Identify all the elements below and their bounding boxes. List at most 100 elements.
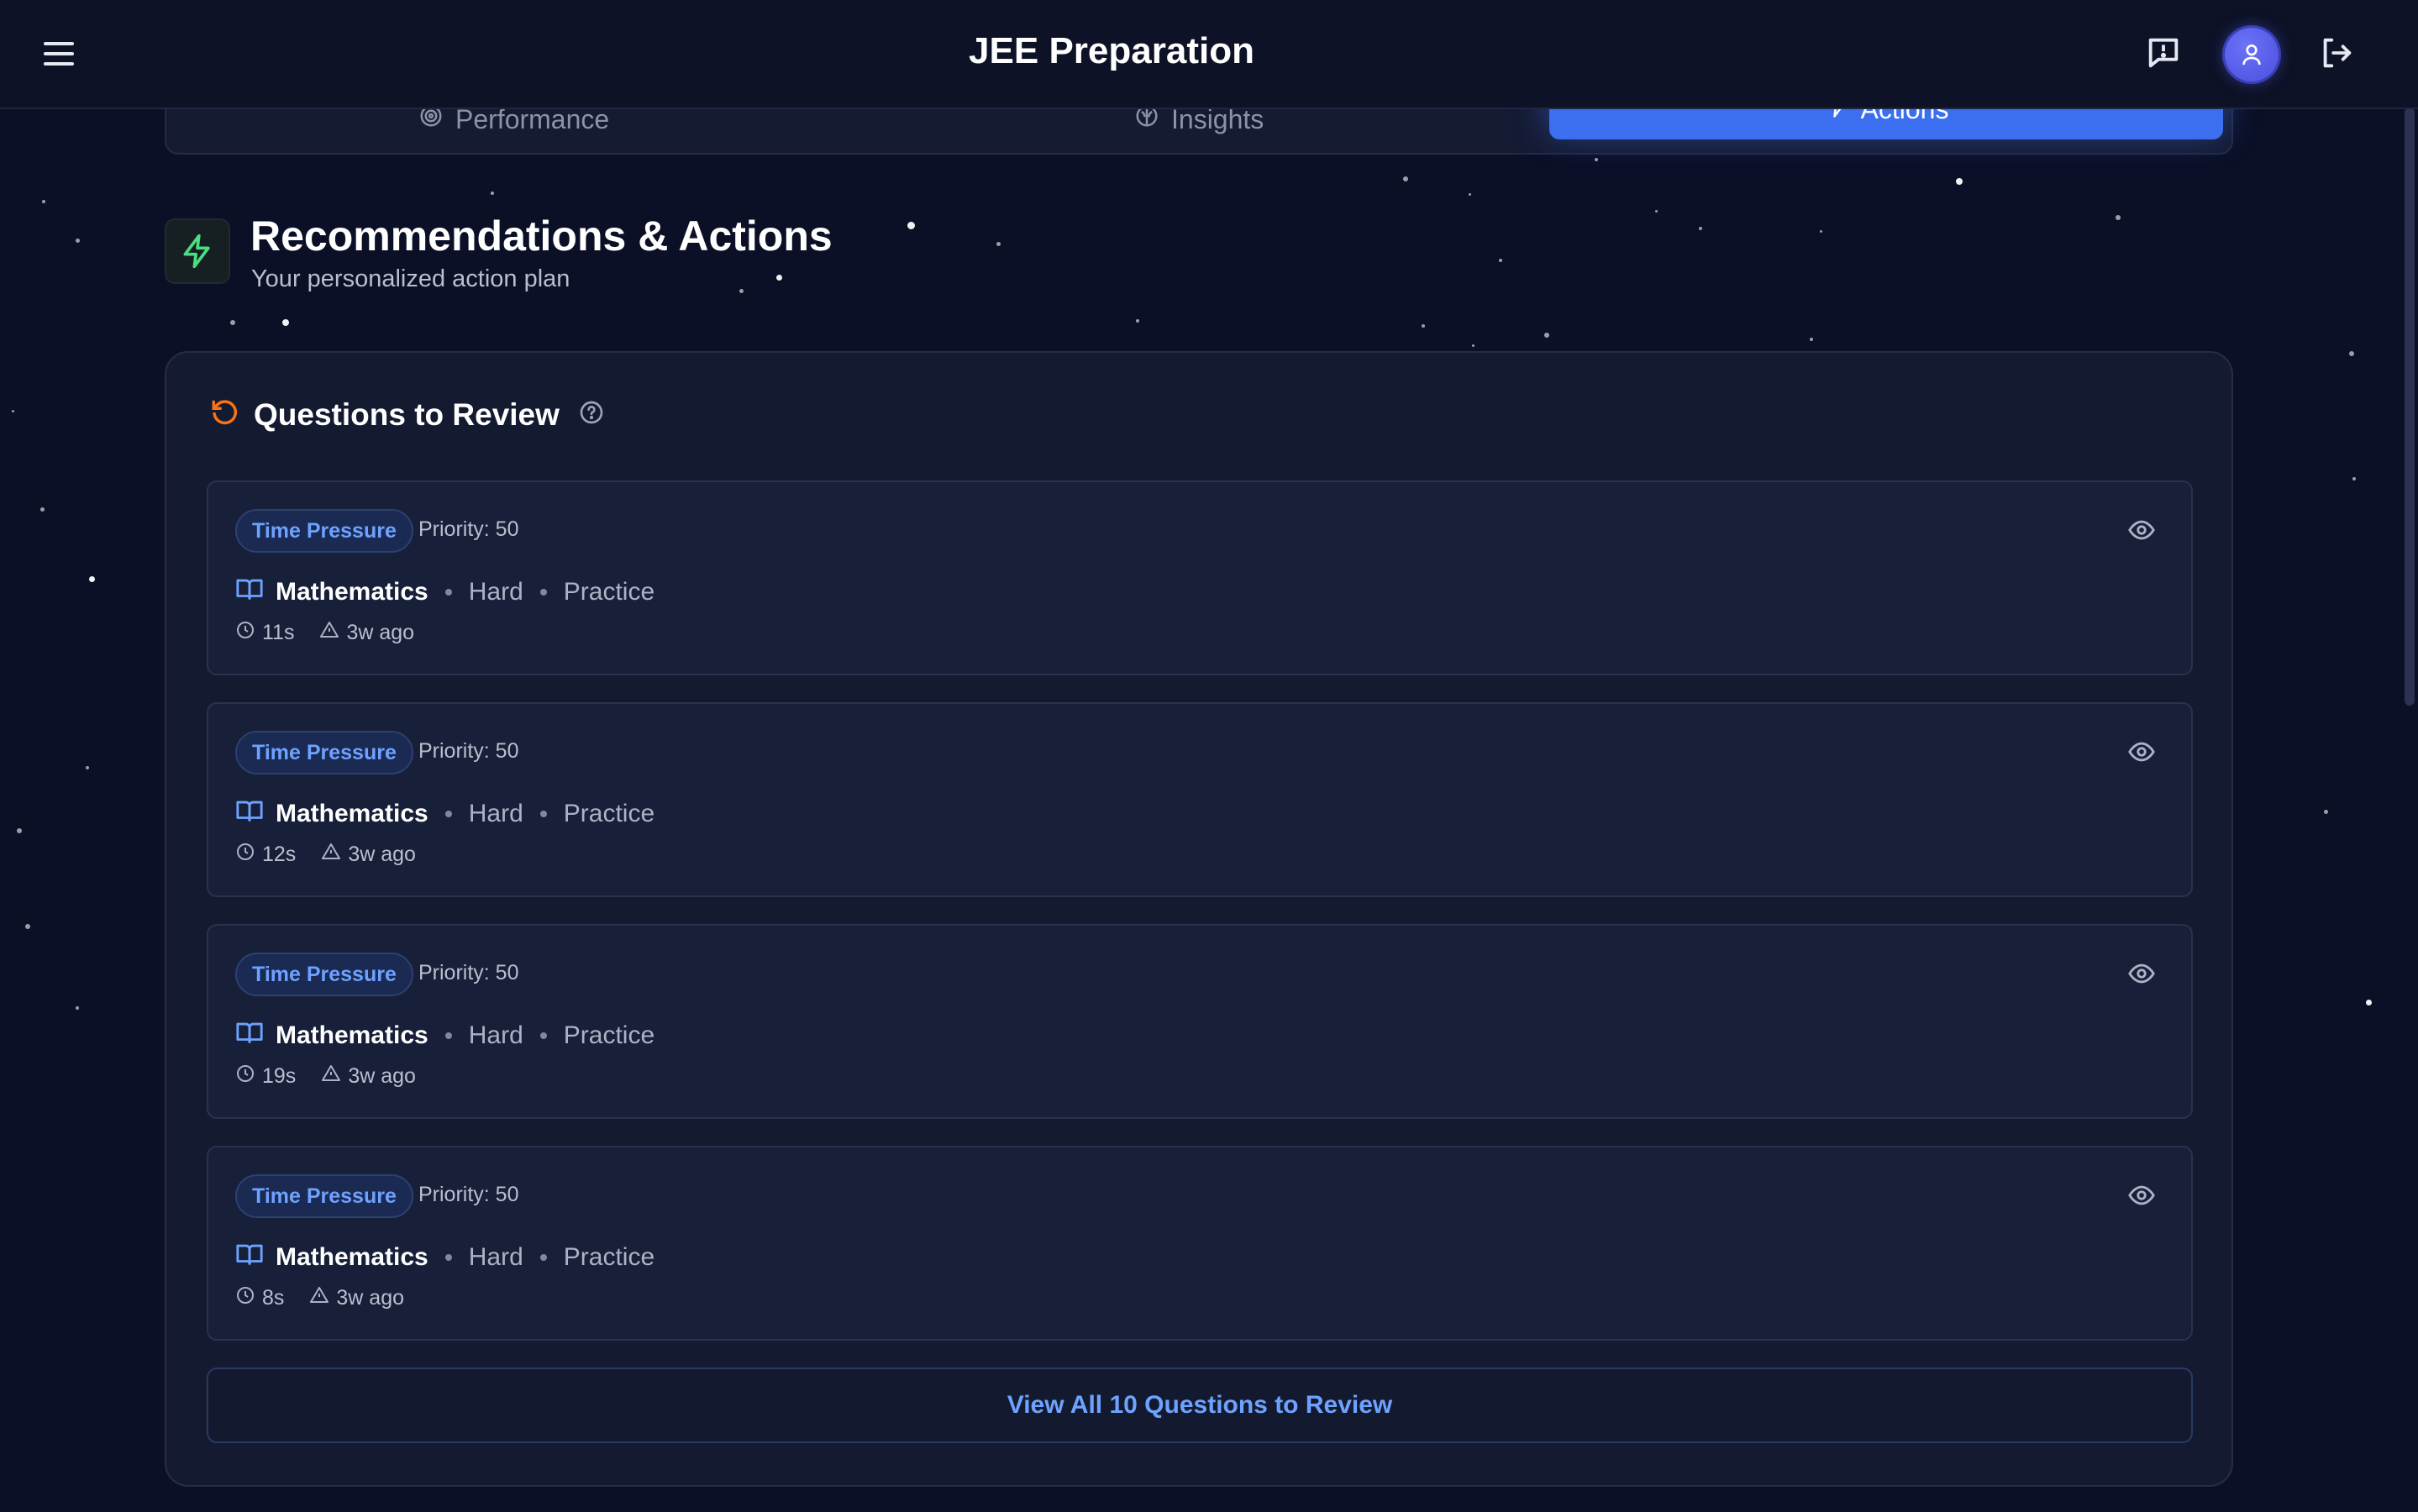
separator-dot — [444, 1254, 452, 1261]
star — [1403, 176, 1408, 181]
subject-row: Mathematics Hard Practice — [235, 1018, 654, 1053]
star — [2116, 215, 2121, 220]
star — [1544, 333, 1549, 338]
help-circle-icon[interactable] — [578, 399, 605, 430]
subject-label: Mathematics — [276, 800, 428, 827]
separator-dot — [444, 589, 452, 596]
star — [996, 242, 1001, 246]
time-spent: 11s — [262, 621, 295, 644]
mode-label: Practice — [563, 1243, 655, 1271]
priority-text: Priority: 50 — [418, 517, 519, 541]
star — [76, 239, 80, 243]
star — [76, 1006, 79, 1010]
star — [86, 766, 89, 769]
scrollbar-thumb[interactable] — [2405, 108, 2415, 706]
time-spent: 12s — [262, 843, 297, 866]
mode-label: Practice — [563, 800, 655, 827]
star — [2366, 1000, 2372, 1005]
meta-row: 11s 3w ago — [235, 620, 414, 646]
time-ago: 3w ago — [348, 843, 416, 866]
time-ago: 3w ago — [348, 1064, 416, 1088]
priority-text: Priority: 50 — [418, 1183, 519, 1206]
avatar[interactable] — [2225, 28, 2279, 81]
question-item[interactable]: Time Pressure Priority: 50 Mathematics Hard… — [207, 702, 2193, 897]
eye-icon[interactable] — [2127, 516, 2156, 549]
difficulty-label: Hard — [468, 1021, 523, 1049]
star — [12, 410, 14, 412]
star — [2349, 351, 2354, 356]
alert-triangle-icon — [321, 842, 341, 868]
time-ago: 3w ago — [336, 1286, 405, 1310]
mode-label: Practice — [563, 578, 655, 606]
rotate-ccw-icon — [208, 396, 240, 433]
star — [491, 192, 494, 195]
star — [1422, 324, 1425, 328]
star — [1595, 158, 1598, 161]
question-item[interactable]: Time Pressure Priority: 50 Mathematics Hard… — [207, 924, 2193, 1119]
star — [42, 200, 45, 203]
view-all-button[interactable]: View All 10 Questions to Review — [207, 1368, 2193, 1443]
star — [2352, 477, 2356, 480]
question-item[interactable]: Time Pressure Priority: 50 Mathematics Hard… — [207, 1146, 2193, 1341]
section-subtitle: Your personalized action plan — [251, 265, 570, 292]
meta-row: 12s 3w ago — [235, 842, 416, 868]
alert-triangle-icon — [321, 1063, 341, 1089]
logout-icon[interactable] — [2317, 34, 2359, 76]
separator-dot — [539, 589, 547, 596]
card-header: Questions to Review — [208, 396, 605, 433]
star — [1499, 259, 1502, 262]
clock-icon — [235, 842, 255, 868]
app-header: JEE Preparation — [0, 0, 2418, 109]
separator-dot — [539, 1032, 547, 1039]
star — [40, 507, 45, 512]
card-title: Questions to Review — [254, 396, 560, 432]
star — [907, 222, 915, 229]
questions-review-card: Questions to Review Time Pressure Priorit… — [165, 351, 2233, 1487]
star — [230, 320, 235, 325]
star — [89, 576, 95, 582]
eye-icon[interactable] — [2127, 1181, 2156, 1214]
star — [1655, 210, 1658, 213]
priority-text: Priority: 50 — [418, 739, 519, 763]
clock-icon — [235, 1063, 255, 1089]
app-title: JEE Preparation — [969, 30, 1254, 71]
question-item[interactable]: Time Pressure Priority: 50 Mathematics Hard… — [207, 480, 2193, 675]
zap-icon — [165, 218, 230, 284]
subject-label: Mathematics — [276, 578, 428, 606]
meta-row: 19s 3w ago — [235, 1063, 416, 1089]
star — [1820, 230, 1822, 233]
subject-label: Mathematics — [276, 1243, 428, 1271]
difficulty-label: Hard — [468, 1243, 523, 1271]
difficulty-label: Hard — [468, 800, 523, 827]
star — [25, 924, 30, 929]
separator-dot — [539, 1254, 547, 1261]
tag-badge: Time Pressure — [235, 953, 413, 996]
book-open-icon — [235, 1018, 264, 1053]
star — [2324, 810, 2328, 814]
mode-label: Practice — [563, 1021, 655, 1049]
book-open-icon — [235, 1240, 264, 1275]
tag-badge: Time Pressure — [235, 1174, 413, 1218]
separator-dot — [539, 811, 547, 817]
subject-row: Mathematics Hard Practice — [235, 1240, 654, 1275]
time-ago: 3w ago — [346, 621, 415, 644]
book-open-icon — [235, 575, 264, 610]
eye-icon[interactable] — [2127, 738, 2156, 770]
star — [739, 289, 744, 293]
eye-icon[interactable] — [2127, 959, 2156, 992]
alert-triangle-icon — [309, 1285, 329, 1311]
star — [1810, 338, 1813, 341]
difficulty-label: Hard — [468, 578, 523, 606]
alert-triangle-icon — [319, 620, 339, 646]
star — [776, 275, 782, 281]
subject-row: Mathematics Hard Practice — [235, 575, 654, 610]
clock-icon — [235, 620, 255, 646]
star — [17, 828, 22, 833]
star — [1956, 178, 1963, 185]
message-alert-icon[interactable] — [2144, 34, 2186, 76]
star — [1136, 319, 1139, 323]
tag-badge: Time Pressure — [235, 731, 413, 774]
separator-dot — [444, 811, 452, 817]
priority-text: Priority: 50 — [418, 961, 519, 984]
star — [1472, 344, 1474, 347]
